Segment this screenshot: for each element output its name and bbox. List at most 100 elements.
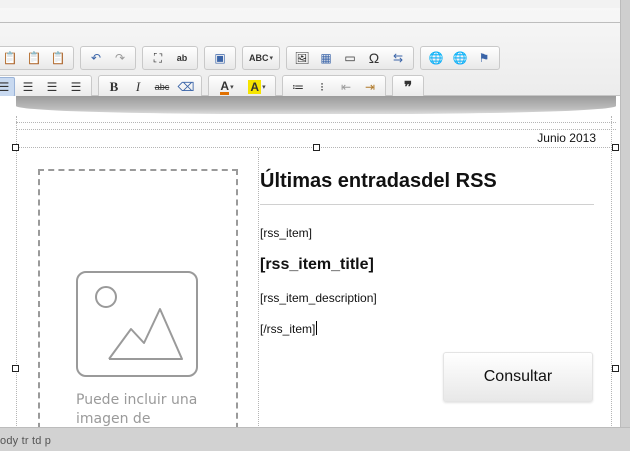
numbered-list-button[interactable]: ≔ bbox=[287, 77, 309, 97]
dropdown-arrow-icon: ▾ bbox=[230, 84, 234, 91]
select-all-button[interactable]: ▣ bbox=[209, 48, 231, 68]
rss-heading: Últimas entradasdel RSS bbox=[260, 170, 497, 192]
link-icon: 🌐 bbox=[428, 51, 444, 65]
guide-line bbox=[16, 116, 17, 427]
align-justify-button[interactable]: ☰ bbox=[65, 77, 87, 97]
toolbar-row-1: 📋 📋 📋 ↶ ↷ ⛶ ab ▣ ABC ▾ 🖼 ▦ ▭ Ω ⇆ 🌐 🌐 ⚑ bbox=[0, 45, 506, 71]
undo-button[interactable]: ↶ bbox=[85, 48, 107, 68]
outdent-icon: ⇤ bbox=[340, 80, 352, 94]
guide-line bbox=[16, 129, 616, 130]
toolbar-group: 🌐 🌐 ⚑ bbox=[420, 46, 500, 70]
indent-button[interactable]: ⇥ bbox=[359, 77, 381, 97]
image-icon: 🖼 bbox=[294, 51, 310, 65]
replace-button[interactable]: ab bbox=[171, 48, 193, 68]
image-placeholder[interactable]: Puede incluir una imagen de bbox=[38, 169, 238, 427]
table-cell-divider bbox=[258, 148, 259, 427]
replace-icon: ab bbox=[176, 53, 188, 63]
rss-item-title-tag: [rss_item_title] bbox=[260, 256, 374, 273]
table-button[interactable]: ▦ bbox=[315, 48, 337, 68]
heading-divider bbox=[260, 204, 594, 205]
page-break-button[interactable]: ⇆ bbox=[387, 48, 409, 68]
status-bar: ody tr td p bbox=[0, 427, 630, 451]
image-placeholder-icon bbox=[76, 271, 198, 377]
find-button[interactable]: ⛶ bbox=[147, 48, 169, 68]
image-button[interactable]: 🖼 bbox=[291, 48, 313, 68]
anchor-flag-button[interactable]: ⚑ bbox=[473, 48, 495, 68]
find-icon: ⛶ bbox=[153, 50, 163, 65]
special-char-button[interactable]: Ω bbox=[363, 48, 385, 68]
text-caret bbox=[316, 321, 318, 335]
rss-item-close-text: [/rss_item] bbox=[260, 322, 316, 336]
paste-text-icon: 📋 bbox=[26, 51, 42, 65]
special-char-icon: Ω bbox=[368, 50, 380, 66]
italic-icon: I bbox=[135, 79, 141, 94]
outdent-button[interactable]: ⇤ bbox=[335, 77, 357, 97]
select-all-icon: ▣ bbox=[214, 51, 226, 65]
paste-word-icon: 📋 bbox=[50, 51, 66, 65]
resize-handle-middle-right[interactable] bbox=[612, 365, 619, 372]
align-center-icon: ☰ bbox=[22, 80, 34, 94]
unlink-button[interactable]: 🌐 bbox=[449, 48, 471, 68]
paste-text-button[interactable]: 📋 bbox=[23, 48, 45, 68]
align-center-button[interactable]: ☰ bbox=[17, 77, 39, 97]
rss-item-close-tag: [/rss_item] bbox=[260, 321, 318, 336]
bulleted-list-button[interactable]: ⁝ bbox=[311, 77, 333, 97]
align-justify-icon: ☰ bbox=[70, 80, 82, 94]
dropdown-arrow-icon: ▾ bbox=[269, 55, 273, 62]
align-left-icon: ☰ bbox=[0, 80, 10, 94]
toolbar-group: ⛶ ab bbox=[142, 46, 198, 70]
resize-handle-top-center[interactable] bbox=[313, 144, 320, 151]
bold-icon: B bbox=[109, 79, 119, 94]
consultar-button[interactable]: Consultar bbox=[443, 352, 593, 402]
editor-canvas[interactable]: Junio 2013 Puede incluir una imagen de Ú… bbox=[0, 96, 620, 427]
resize-handle-middle-left[interactable] bbox=[12, 365, 19, 372]
table-icon: ▦ bbox=[320, 51, 332, 65]
newsletter-date: Junio 2013 bbox=[537, 131, 596, 145]
strikethrough-icon: abc bbox=[154, 82, 170, 92]
italic-button[interactable]: I bbox=[127, 77, 149, 97]
window-right-frame bbox=[620, 0, 630, 451]
rss-item-description-tag: [rss_item_description] bbox=[260, 291, 377, 305]
spellcheck-button[interactable]: ABC ▾ bbox=[247, 48, 275, 68]
toolbar-group: 📋 📋 📋 bbox=[0, 46, 74, 70]
redo-icon: ↷ bbox=[114, 51, 126, 65]
align-left-button[interactable]: ☰ bbox=[0, 77, 15, 97]
horizontal-rule-icon: ▭ bbox=[344, 51, 356, 65]
dropdown-arrow-icon: ▾ bbox=[262, 84, 266, 91]
unlink-icon: 🌐 bbox=[452, 51, 468, 65]
editor-window: 📋 📋 📋 ↶ ↷ ⛶ ab ▣ ABC ▾ 🖼 ▦ ▭ Ω ⇆ 🌐 🌐 ⚑ ☰ ☰ ☰ ☰ B Iabc ⌫ A ▾ A ▾ ≔ ⁝ ⇤ ⇥… bbox=[0, 0, 630, 451]
eraser-icon: ⌫ bbox=[177, 80, 195, 94]
undo-icon: ↶ bbox=[90, 51, 102, 65]
text-color-button[interactable]: A ▾ bbox=[213, 77, 241, 97]
resize-handle-top-right[interactable] bbox=[612, 144, 619, 151]
element-path[interactable]: ody tr td p bbox=[0, 435, 51, 447]
paste-icon: 📋 bbox=[2, 51, 18, 65]
spellcheck-icon: ABC bbox=[248, 53, 269, 63]
blockquote-icon: ❞ bbox=[403, 79, 413, 96]
anchor-flag-icon: ⚑ bbox=[478, 51, 490, 65]
redo-button[interactable]: ↷ bbox=[109, 48, 131, 68]
window-top-strip bbox=[0, 0, 630, 8]
bold-button[interactable]: B bbox=[103, 77, 125, 97]
bulleted-list-icon: ⁝ bbox=[320, 80, 324, 94]
paste-button[interactable]: 📋 bbox=[0, 48, 21, 68]
background-color-button[interactable]: A ▾ bbox=[243, 77, 271, 97]
header-banner bbox=[16, 96, 616, 114]
guide-line bbox=[611, 116, 612, 427]
toolbar-top-divider bbox=[0, 22, 630, 23]
link-button[interactable]: 🌐 bbox=[425, 48, 447, 68]
indent-icon: ⇥ bbox=[364, 80, 376, 94]
resize-handle-top-left[interactable] bbox=[12, 144, 19, 151]
blockquote-button[interactable]: ❞ bbox=[397, 77, 419, 97]
horizontal-rule-button[interactable]: ▭ bbox=[339, 48, 361, 68]
strikethrough-button[interactable]: abc bbox=[151, 77, 173, 97]
align-right-button[interactable]: ☰ bbox=[41, 77, 63, 97]
eraser-button[interactable]: ⌫ bbox=[175, 77, 197, 97]
rss-item-open-tag: [rss_item] bbox=[260, 226, 313, 240]
image-placeholder-text: Puede incluir una imagen de bbox=[76, 392, 198, 427]
toolbar-group: 🖼 ▦ ▭ Ω ⇆ bbox=[286, 46, 414, 70]
toolbar-group: ↶ ↷ bbox=[80, 46, 136, 70]
toolbar-group: ABC ▾ bbox=[242, 46, 280, 70]
paste-word-button[interactable]: 📋 bbox=[47, 48, 69, 68]
guide-line bbox=[16, 122, 616, 123]
